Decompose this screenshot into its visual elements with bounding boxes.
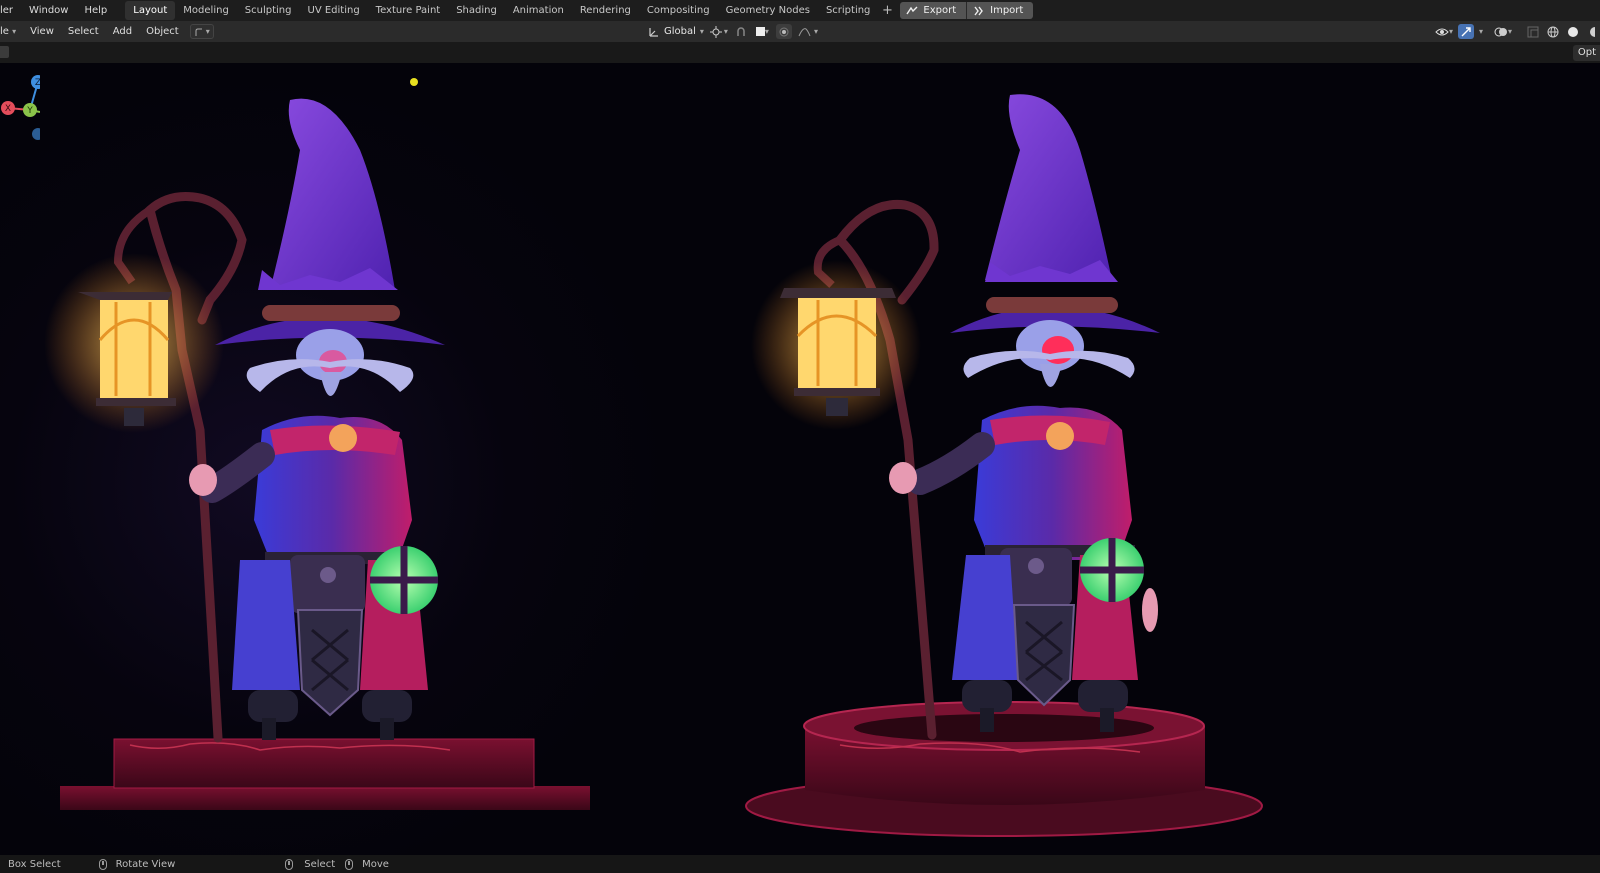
status-box-select: Box Select [8, 859, 61, 870]
object-type-dropdown[interactable]: ▾ [189, 24, 214, 39]
mouse-right-icon [345, 858, 354, 870]
toolbar-toggle-icon[interactable] [0, 46, 9, 58]
status-move: Move [345, 858, 389, 870]
import-icon [974, 6, 984, 15]
menu-window[interactable]: Window [21, 0, 76, 21]
pivot-point-icon[interactable]: ▾ [709, 24, 728, 39]
transform-orientation-dropdown[interactable]: Global ▾ [648, 26, 704, 38]
chevron-down-icon: ▾ [723, 27, 728, 36]
chevron-down-icon: ▾ [1507, 27, 1512, 36]
orientation-icon [649, 27, 658, 37]
overlays-icon[interactable]: ▾ [1494, 24, 1512, 39]
status-bar: Box Select Rotate View Select Move [0, 855, 1600, 873]
menu-file-clipped[interactable]: ler [0, 0, 21, 21]
import-button[interactable]: Import [967, 2, 1034, 19]
chevron-down-icon: ▾ [12, 27, 17, 36]
chevron-down-icon[interactable]: ▾ [1479, 27, 1483, 36]
menu-select[interactable]: Select [61, 21, 106, 42]
tool-settings-row: Opt [0, 42, 1600, 63]
chevron-down-icon: ▾ [1448, 27, 1453, 36]
falloff-curve-icon[interactable]: ▾ [798, 24, 818, 39]
shading-solid-icon[interactable] [1565, 24, 1580, 39]
tab-animation[interactable]: Animation [505, 1, 572, 20]
tab-layout[interactable]: Layout [125, 1, 176, 20]
status-select-label: Select [304, 858, 336, 870]
orientation-label: Global [664, 26, 696, 37]
shading-wireframe-icon[interactable] [1545, 24, 1560, 39]
navigation-gizmo[interactable]: Z X Y [0, 68, 40, 140]
viewport-render [44, 78, 1263, 837]
chevron-down-icon: ▾ [764, 27, 769, 36]
shading-material-icon[interactable] [1585, 24, 1600, 39]
right-wizard-model [745, 94, 1263, 837]
menu-add[interactable]: Add [106, 21, 139, 42]
tab-scripting[interactable]: Scripting [818, 1, 878, 20]
chevron-down-icon: ▾ [813, 27, 818, 36]
gizmo-z-label: Z [35, 78, 40, 88]
snap-toggle-icon[interactable] [734, 24, 749, 39]
proportional-editing-icon[interactable] [775, 24, 792, 39]
chevron-down-icon: ▾ [699, 27, 704, 36]
top-menu-bar: ler Window Help Layout Modeling Sculptin… [0, 0, 1600, 21]
transform-tools: Global ▾ ▾ ▾ ▾ [648, 21, 818, 42]
workspace-tabs: Layout Modeling Sculpting UV Editing Tex… [125, 0, 896, 21]
xray-toggle-icon[interactable] [1525, 24, 1540, 39]
mode-label: le [0, 26, 9, 37]
export-button[interactable]: Export [900, 2, 968, 19]
tab-compositing[interactable]: Compositing [639, 1, 718, 20]
add-workspace-icon[interactable]: + [878, 3, 896, 18]
mouse-left-icon [285, 858, 294, 870]
tab-geometry-nodes[interactable]: Geometry Nodes [718, 1, 818, 20]
gizmo-y-label: Y [26, 106, 33, 116]
tab-shading[interactable]: Shading [448, 1, 505, 20]
export-icon [906, 6, 918, 14]
status-move-label: Move [362, 858, 389, 870]
gizmo-toggle-icon[interactable] [1457, 24, 1474, 39]
import-label: Import [990, 5, 1024, 16]
object-shape-icon [195, 28, 202, 36]
gizmo-x-label: X [5, 104, 11, 114]
menu-view[interactable]: View [23, 21, 61, 42]
tab-rendering[interactable]: Rendering [572, 1, 639, 20]
3d-viewport[interactable]: Z X Y [0, 63, 1600, 855]
viewport-header: le ▾ View Select Add Object ▾ Global ▾ ▾… [0, 21, 1600, 42]
visibility-eye-icon[interactable]: ▾ [1435, 24, 1453, 39]
menu-help[interactable]: Help [76, 0, 115, 21]
addon-export-import: Export Import [900, 2, 1034, 19]
gizmo-neg-z[interactable] [32, 128, 40, 140]
light-point-marker[interactable] [410, 78, 418, 86]
menu-object[interactable]: Object [139, 21, 186, 42]
tab-modeling[interactable]: Modeling [175, 1, 237, 20]
left-wizard-model [44, 98, 590, 810]
status-select: Select [285, 858, 336, 870]
status-box-select-label: Box Select [8, 858, 61, 870]
chevron-down-icon: ▾ [205, 27, 210, 36]
status-rotate-view-label: Rotate View [115, 858, 176, 870]
status-rotate-view: Rotate View [98, 858, 176, 870]
viewport-display-tools: ▾ ▾ ▾ [1435, 21, 1600, 42]
mode-dropdown[interactable]: le ▾ [0, 21, 23, 42]
snap-target-icon[interactable]: ▾ [755, 24, 770, 39]
tab-texture-paint[interactable]: Texture Paint [368, 1, 449, 20]
tab-sculpting[interactable]: Sculpting [237, 1, 300, 20]
export-label: Export [923, 5, 957, 16]
tab-uv-editing[interactable]: UV Editing [300, 1, 368, 20]
options-button[interactable]: Opt [1572, 45, 1600, 61]
mouse-middle-icon [98, 858, 107, 870]
